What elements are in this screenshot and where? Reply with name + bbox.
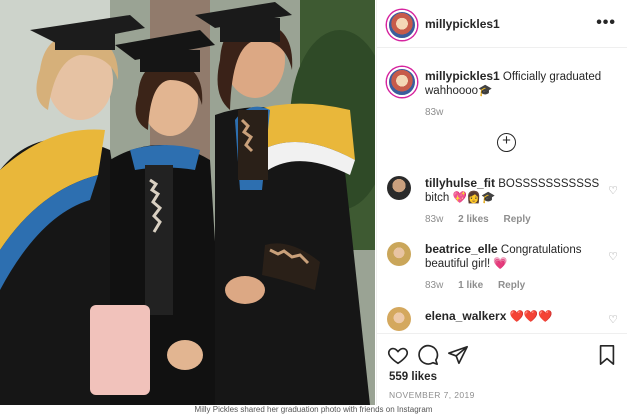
comment-like-heart-icon[interactable]: ♡ <box>608 313 618 326</box>
comments-section: millypickles1 Officially graduated wahho… <box>377 48 627 333</box>
post-date: NOVEMBER 7, 2019 <box>389 390 475 400</box>
comment-text-block: tillyhulse_fit BOSSSSSSSSSSS bitch 💖👩🎓 <box>425 176 600 205</box>
comment-meta: 83w 1 like Reply <box>425 280 537 291</box>
comment-likes[interactable]: 1 like <box>458 280 483 291</box>
comment-meta: 83w 2 likes Reply <box>425 214 543 225</box>
comment-time[interactable]: 83w <box>425 214 443 225</box>
plus-circle-icon[interactable]: + <box>497 133 516 152</box>
comment-username[interactable]: tillyhulse_fit <box>425 176 495 190</box>
post-actions-bar: 559 likes NOVEMBER 7, 2019 <box>377 333 627 405</box>
author-avatar[interactable] <box>387 10 417 40</box>
caption-text-block: millypickles1 Officially graduated wahho… <box>425 69 615 98</box>
comment-time[interactable]: 83w <box>425 280 443 291</box>
post-side-panel: millypickles1 ••• millypickles1 Official… <box>376 0 627 405</box>
bookmark-icon[interactable] <box>596 344 618 366</box>
caption-timestamp[interactable]: 83w <box>425 107 443 118</box>
graduates-photo-illustration <box>0 0 375 405</box>
post-header: millypickles1 ••• <box>377 0 627 48</box>
likes-count[interactable]: 559 likes <box>389 371 437 383</box>
comment-text-block: elena_walkerx ❤️❤️❤️ <box>425 309 600 324</box>
comment-reply-button[interactable]: Reply <box>504 214 531 225</box>
comment-username[interactable]: beatrice_elle <box>425 242 498 256</box>
commenter-avatar[interactable] <box>387 307 411 331</box>
comment-like-heart-icon[interactable]: ♡ <box>608 250 618 263</box>
post-photo[interactable] <box>0 0 375 405</box>
caption-author-avatar[interactable] <box>387 67 417 97</box>
more-dots-icon[interactable]: ••• <box>596 14 616 32</box>
share-paper-plane-icon[interactable] <box>447 344 469 366</box>
comment-text-block: beatrice_elle Congratulations beautiful … <box>425 242 600 271</box>
caption-username[interactable]: millypickles1 <box>425 69 500 83</box>
heart-icon[interactable] <box>387 344 409 366</box>
comment-text: ❤️❤️❤️ <box>509 311 553 323</box>
photo-credit-caption: Milly Pickles shared her graduation phot… <box>0 405 627 414</box>
comment-like-heart-icon[interactable]: ♡ <box>608 184 618 197</box>
comment-username[interactable]: elena_walkerx <box>425 309 506 323</box>
comment-reply-button[interactable]: Reply <box>498 280 525 291</box>
author-username[interactable]: millypickles1 <box>425 17 500 31</box>
commenter-avatar[interactable] <box>387 242 411 266</box>
comment-likes[interactable]: 2 likes <box>458 214 489 225</box>
comment-bubble-icon[interactable] <box>417 344 439 366</box>
commenter-avatar[interactable] <box>387 176 411 200</box>
